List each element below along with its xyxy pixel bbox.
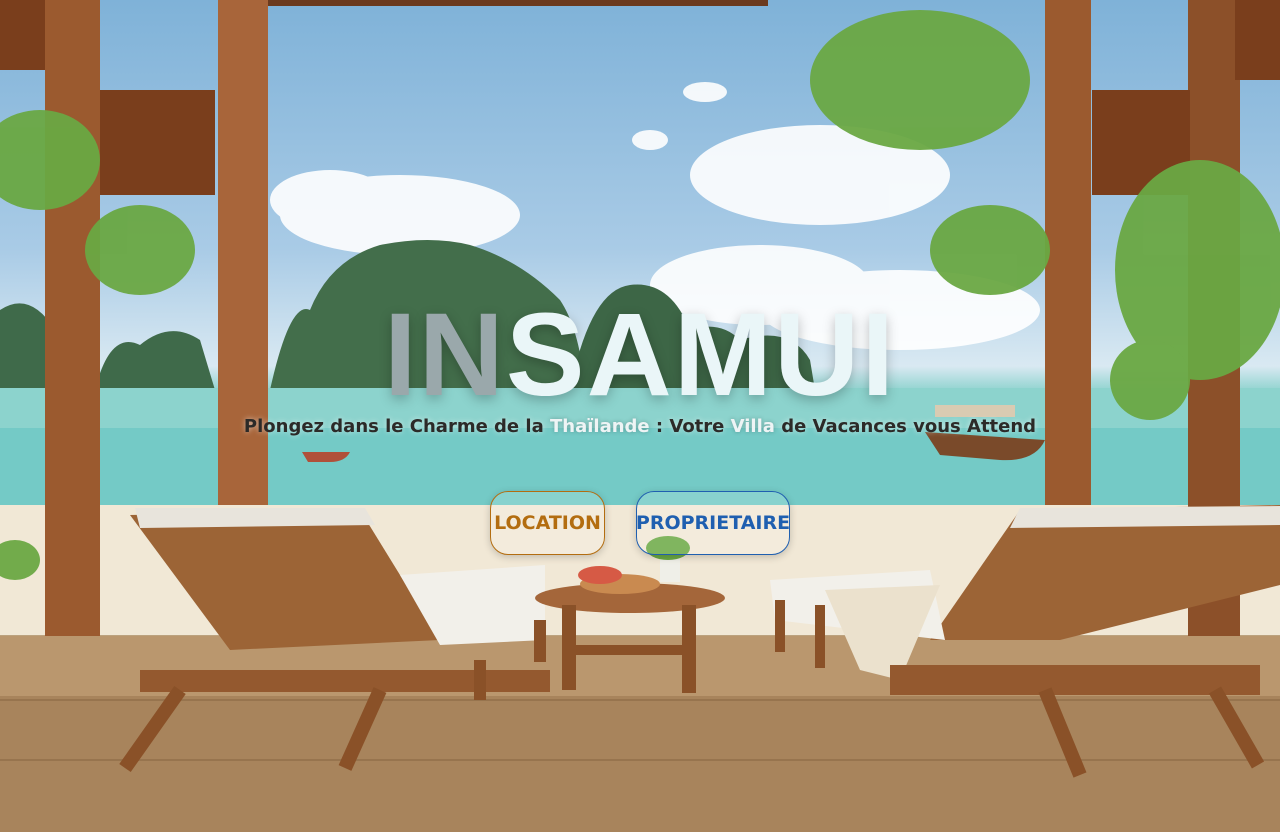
tagline-text-3: de Vacances vous Attend [774, 416, 1037, 437]
brand-name: SAMUI [505, 289, 897, 421]
brand-prefix: IN [383, 289, 506, 421]
tagline-highlight-villa: Villa [730, 416, 775, 437]
hero-background: INSAMUI Plongez dans le Charme de la Tha… [0, 0, 1280, 832]
tagline-text-1: Plongez dans le Charme de la [243, 416, 550, 437]
hero-title: INSAMUI [0, 290, 1280, 420]
owner-button[interactable]: PROPRIETAIRE [636, 491, 790, 555]
tagline-highlight-thailand: Thaïlande [550, 416, 650, 437]
tagline-text-2: : Votre [649, 416, 731, 437]
hero-tagline: Plongez dans le Charme de la Thaïlande :… [0, 416, 1280, 437]
brand-logo-text: INSAMUI [384, 290, 896, 420]
location-button[interactable]: LOCATION [490, 491, 605, 555]
